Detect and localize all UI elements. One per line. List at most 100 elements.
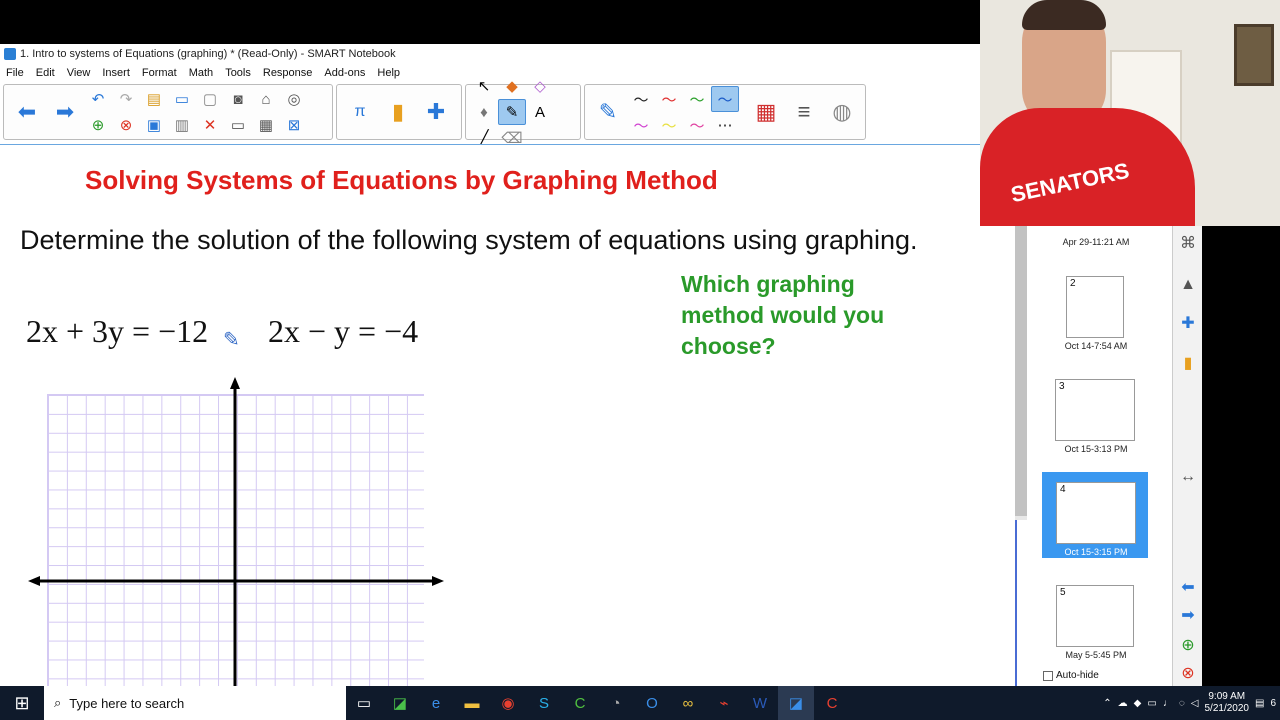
camtasia-recorder-icon[interactable]: C — [814, 686, 850, 720]
network-icon[interactable]: ◌ — [1179, 698, 1185, 709]
pen-black-icon[interactable]: 〜 — [627, 86, 655, 112]
auto-hide-toggle[interactable]: Auto-hide — [1043, 670, 1099, 681]
insert-table-icon[interactable]: ▦ — [252, 112, 280, 138]
menu-insert[interactable]: Insert — [96, 67, 136, 79]
pen-type-icon[interactable]: ✎ — [589, 86, 627, 138]
attachments-tab-icon[interactable]: ⌘ — [1177, 232, 1199, 254]
page-5-thumbnail[interactable]: 5 — [1056, 585, 1134, 647]
pen-dashed-pink-icon[interactable]: 〜 — [683, 112, 711, 138]
color-palette-icon[interactable]: ▦ — [747, 86, 785, 138]
onedrive-icon[interactable]: ☁ — [1118, 698, 1128, 709]
text-icon[interactable]: A — [526, 99, 554, 125]
sidebar-tabs: ⌘ ▲ ✚ ▮ ↔ ⬅ ➡ ⊕ ⊗ — [1172, 226, 1202, 686]
clock[interactable]: 9:09 AM 5/21/2020 — [1204, 691, 1249, 715]
pen-dashed-black-icon[interactable]: ⋯ — [711, 112, 739, 138]
auto-hide-checkbox[interactable] — [1043, 670, 1053, 681]
camera-icon[interactable]: ◙ — [224, 86, 252, 112]
fill-icon[interactable]: ♦ — [470, 99, 498, 125]
fullscreen-icon[interactable]: ⊠ — [280, 112, 308, 138]
page-4-thumbnail[interactable]: 4 — [1056, 482, 1136, 544]
file-explorer-icon[interactable]: ▬ — [454, 686, 490, 720]
task-view-icon[interactable]: ▭ — [346, 686, 382, 720]
presenter-hair — [1022, 0, 1106, 30]
delete-page-icon[interactable]: ⊗ — [112, 112, 140, 138]
save-icon[interactable]: ▣ — [140, 112, 168, 138]
taskbar-search-box[interactable]: ⌕ Type here to search — [44, 686, 346, 720]
sidebar-add-page-icon[interactable]: ⊕ — [1177, 634, 1199, 656]
skype-icon[interactable]: S — [526, 686, 562, 720]
line-style-icon[interactable]: ≡ — [785, 86, 823, 138]
eraser-icon[interactable]: ◇ — [526, 73, 554, 99]
page-3-thumbnail[interactable]: 3 — [1055, 379, 1135, 441]
addons-puzzle-icon[interactable]: ✚ — [417, 86, 455, 138]
pen-magenta-icon[interactable]: 〜 — [627, 112, 655, 138]
add-page-icon[interactable]: ⊕ — [84, 112, 112, 138]
delete-icon[interactable]: ✕ — [196, 112, 224, 138]
notification-icon[interactable]: ▤ — [1255, 698, 1264, 709]
microphone-icon[interactable]: ♩ — [1163, 698, 1173, 709]
addons-tab-icon[interactable]: ✚ — [1177, 312, 1199, 334]
dropbox-icon[interactable]: ◆ — [1134, 698, 1142, 709]
select-arrow-icon[interactable]: ↖ — [470, 73, 498, 99]
whiteboard-canvas[interactable]: Solving Systems of Equations by Graphing… — [0, 144, 1015, 686]
sidebar-delete-page-icon[interactable]: ⊗ — [1177, 662, 1199, 684]
menu-response[interactable]: Response — [257, 67, 319, 79]
tray-chevron-icon[interactable]: ⌃ — [1103, 698, 1111, 709]
paint-icon[interactable]: ◔ — [598, 686, 634, 720]
fill-effects-icon[interactable]: ◍ — [823, 86, 861, 138]
zoom-icon[interactable]: ◎ — [280, 86, 308, 112]
math-tools-icon[interactable]: π — [341, 86, 379, 138]
smart-app-icon[interactable]: ◪ — [382, 686, 418, 720]
pen-red-icon[interactable]: 〜 — [655, 86, 683, 112]
wall-picture — [1234, 24, 1274, 86]
shapes-icon[interactable]: ◆ — [498, 73, 526, 99]
document-camera-icon[interactable]: ▥ — [168, 112, 196, 138]
sorter-scrollbar[interactable] — [1015, 226, 1027, 520]
lesson-tab-icon[interactable]: ▮ — [1177, 352, 1199, 374]
table-capture-icon[interactable]: ⌂ — [252, 86, 280, 112]
redo-icon[interactable]: ↷ — [112, 86, 140, 112]
notification-count: 6 — [1270, 697, 1276, 709]
menu-view[interactable]: View — [61, 67, 97, 79]
page-2-thumbnail[interactable]: 2 — [1066, 276, 1124, 338]
menu-file[interactable]: File — [0, 67, 30, 79]
pens-icon[interactable]: ✎ — [498, 99, 526, 125]
gallery-tab-icon[interactable]: ▲ — [1177, 274, 1199, 296]
lesson-activity-icon[interactable]: ▮ — [379, 86, 417, 138]
smart-notebook-taskbar-icon[interactable]: ◪ — [778, 686, 814, 720]
previous-page-icon[interactable]: ⬅ — [8, 86, 46, 138]
scrollbar-thumb[interactable] — [1015, 226, 1027, 516]
volume-icon[interactable]: ◁ — [1191, 698, 1199, 709]
open-file-icon[interactable]: ▤ — [140, 86, 168, 112]
outlook-icon[interactable]: O — [634, 686, 670, 720]
sidebar-previous-icon[interactable]: ⬅ — [1177, 576, 1199, 598]
next-page-icon[interactable]: ➡ — [46, 86, 84, 138]
acrobat-icon[interactable]: ⌁ — [706, 686, 742, 720]
edge-icon[interactable]: e — [418, 686, 454, 720]
pen-blue-icon[interactable]: 〜 — [711, 86, 739, 112]
menu-math[interactable]: Math — [183, 67, 219, 79]
pen-yellow-icon[interactable]: 〜 — [655, 112, 683, 138]
word-icon[interactable]: W — [742, 686, 778, 720]
move-sidebar-icon[interactable]: ↔ — [1177, 466, 1199, 488]
toolbar-group-pens: ✎ 〜 〜 〜 〜 〜 〜 〜 ⋯ ▦ ≡ ◍ — [584, 84, 866, 140]
menu-addons[interactable]: Add-ons — [318, 67, 371, 79]
clock-date: 5/21/2020 — [1204, 703, 1249, 714]
pen-green-icon[interactable]: 〜 — [683, 86, 711, 112]
battery-icon[interactable]: ▭ — [1147, 698, 1156, 709]
menu-help[interactable]: Help — [371, 67, 406, 79]
undo-icon[interactable]: ↶ — [84, 86, 112, 112]
app-infinity-icon[interactable]: ∞ — [670, 686, 706, 720]
camtasia-icon[interactable]: C — [562, 686, 598, 720]
menu-format[interactable]: Format — [136, 67, 183, 79]
screen-shade-icon[interactable]: ▭ — [168, 86, 196, 112]
windows-start-icon[interactable]: ⊞ — [0, 686, 44, 720]
chrome-icon[interactable]: ◉ — [490, 686, 526, 720]
menu-tools[interactable]: Tools — [219, 67, 257, 79]
screen-capture-icon[interactable]: ▭ — [224, 112, 252, 138]
menu-edit[interactable]: Edit — [30, 67, 61, 79]
page-5-label: May 5-5:45 PM — [1065, 650, 1127, 660]
paste-icon[interactable]: ▢ — [196, 86, 224, 112]
window-title: 1. Intro to systems of Equations (graphi… — [20, 47, 396, 60]
sidebar-next-icon[interactable]: ➡ — [1177, 604, 1199, 626]
